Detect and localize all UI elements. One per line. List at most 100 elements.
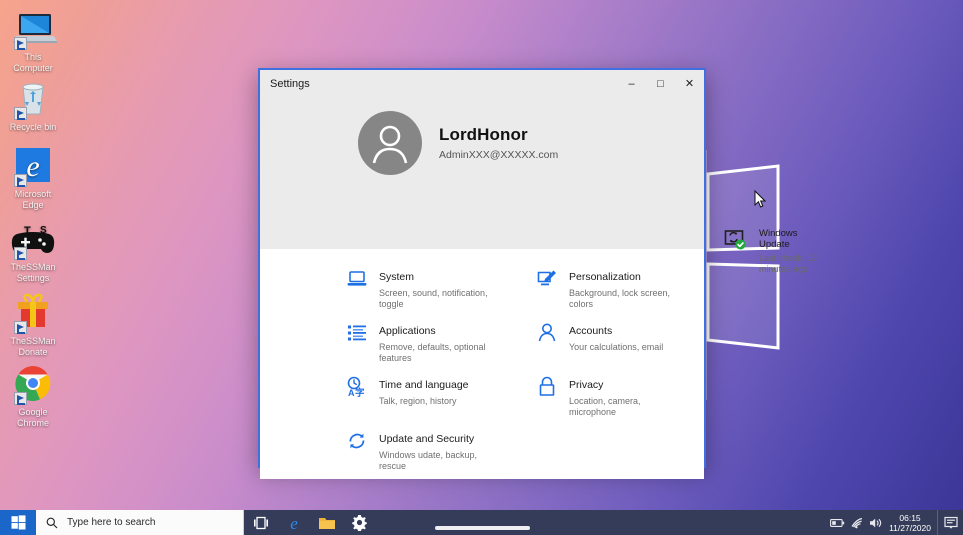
task-view-icon <box>253 516 269 530</box>
gamepad-icon: T S <box>0 218 66 260</box>
windows-update-icon <box>724 228 748 252</box>
desktop-icon-label: Recycle bin <box>10 122 57 132</box>
desktop-icon-microsoft-edge[interactable]: e Microsoft Edge <box>0 145 66 211</box>
svg-text:T: T <box>24 225 31 237</box>
settings-tile-text: Accounts Your calculations, email <box>569 321 663 353</box>
file-explorer-button[interactable] <box>310 510 343 535</box>
chrome-icon <box>0 363 66 405</box>
avatar <box>358 111 422 175</box>
settings-tile-desc: Location, camera, microphone <box>569 396 681 418</box>
search-input[interactable]: Type here to search <box>36 510 244 535</box>
windows-update-text: Windows Update Last check: 12 minutes ag… <box>759 228 825 275</box>
monitor-pen-icon <box>536 268 558 290</box>
window-titlebar[interactable]: Settings – □ ✕ <box>260 70 704 97</box>
window-title: Settings <box>260 78 617 90</box>
touch-gesture-bar <box>435 526 530 530</box>
account-row[interactable]: LordHonor AdminXXX@XXXXX.com <box>260 97 704 175</box>
shortcut-arrow-icon <box>14 107 27 120</box>
person-avatar-icon <box>358 111 422 175</box>
system-tray: 06:15 11/27/2020 <box>828 510 963 535</box>
lock-icon <box>536 376 558 398</box>
search-placeholder: Type here to search <box>67 517 155 528</box>
settings-tile-label: Update and Security <box>379 433 474 445</box>
clock-language-icon: A 字 <box>346 376 368 398</box>
edge-icon: e <box>0 145 66 187</box>
task-view-button[interactable] <box>244 510 277 535</box>
svg-text:字: 字 <box>355 387 365 398</box>
account-email: AdminXXX@XXXXX.com <box>439 149 558 161</box>
search-icon <box>46 517 58 529</box>
maximize-button[interactable]: □ <box>646 70 675 97</box>
settings-tile-text: Personalization Background, lock screen,… <box>569 267 681 310</box>
settings-tile-text: Time and language Talk, region, history <box>379 375 469 407</box>
settings-tile-text: Privacy Location, camera, microphone <box>569 375 681 418</box>
clock[interactable]: 06:15 11/27/2020 <box>885 513 937 533</box>
gift-icon <box>0 292 66 334</box>
windows-update-row[interactable]: Windows Update Last check: 12 minutes ag… <box>724 228 825 275</box>
notification-center-button[interactable] <box>937 510 963 535</box>
taskbar: Type here to search e <box>0 510 963 535</box>
settings-tile-desc: Screen, sound, notification, toggle <box>379 288 491 310</box>
minimize-button[interactable]: – <box>617 70 646 97</box>
svg-text:S: S <box>40 225 47 236</box>
person-icon <box>536 322 558 344</box>
shortcut-arrow-icon <box>14 247 27 260</box>
speaker-icon[interactable] <box>866 510 885 535</box>
start-button[interactable] <box>0 510 36 535</box>
battery-icon[interactable] <box>828 510 847 535</box>
desktop-icon-thessman-settings[interactable]: T S TheSSMan Settings <box>0 218 66 284</box>
desktop-icon-label: TheSSMan Donate <box>10 336 55 357</box>
account-text: LordHonor AdminXXX@XXXXX.com <box>439 125 558 161</box>
windows-start-icon <box>11 515 26 530</box>
settings-tile-time-and-language[interactable]: A 字 Time and language Talk, region, hist… <box>346 371 510 425</box>
desktop-icon-label: This Computer <box>13 52 53 73</box>
settings-tiles: System Screen, sound, notification, togg… <box>260 249 704 479</box>
shortcut-arrow-icon <box>14 321 27 334</box>
clock-date: 11/27/2020 <box>889 523 931 533</box>
svg-text:e: e <box>26 150 39 183</box>
desktop-icon-this-computer[interactable]: This Computer <box>0 8 66 74</box>
laptop-icon <box>346 268 368 290</box>
folder-icon <box>318 515 336 531</box>
wallpaper-windows-logo <box>690 150 963 400</box>
desktop-icon-label: Microsoft Edge <box>15 189 52 210</box>
settings-window: Settings – □ ✕ LordHonor AdminXXX@XXXXX.… <box>258 68 706 468</box>
close-button[interactable]: ✕ <box>675 70 704 97</box>
edge-icon: e <box>285 514 303 532</box>
list-icon <box>346 322 368 344</box>
notification-icon <box>944 516 958 529</box>
desktop-icon-label: Google Chrome <box>17 407 49 428</box>
settings-tile-label: Privacy <box>569 379 603 391</box>
settings-tile-desc: Your calculations, email <box>569 342 663 353</box>
windows-update-title: Windows Update <box>759 228 825 250</box>
settings-tile-applications[interactable]: Applications Remove, defaults, optional … <box>346 317 510 371</box>
svg-text:A: A <box>348 388 355 398</box>
desktop-icon-thessman-donate[interactable]: TheSSMan Donate <box>0 292 66 358</box>
gear-icon <box>351 514 368 531</box>
desktop-icon-recycle-bin[interactable]: Recycle bin <box>0 78 66 133</box>
recycle-bin-icon <box>0 78 66 120</box>
settings-tile-update-and-security[interactable]: Update and Security Windows udate, backu… <box>346 425 510 479</box>
account-panel: LordHonor AdminXXX@XXXXX.com <box>260 97 704 249</box>
settings-tile-privacy[interactable]: Privacy Location, camera, microphone <box>536 371 700 425</box>
shortcut-arrow-icon <box>14 174 27 187</box>
settings-tile-label: System <box>379 271 414 283</box>
settings-tile-system[interactable]: System Screen, sound, notification, togg… <box>346 263 510 317</box>
shortcut-arrow-icon <box>14 392 27 405</box>
mouse-cursor <box>754 190 766 209</box>
settings-tile-desc: Windows udate, backup, rescue <box>379 450 491 472</box>
settings-tile-label: Applications <box>379 325 436 337</box>
account-name: LordHonor <box>439 125 558 145</box>
desktop-icon-google-chrome[interactable]: Google Chrome <box>0 363 66 429</box>
settings-taskbar-button[interactable] <box>343 510 376 535</box>
svg-text:e: e <box>290 514 298 532</box>
settings-tile-personalization[interactable]: Personalization Background, lock screen,… <box>536 263 700 317</box>
settings-tile-accounts[interactable]: Accounts Your calculations, email <box>536 317 700 371</box>
settings-tile-desc: Remove, defaults, optional features <box>379 342 491 364</box>
edge-taskbar-button[interactable]: e <box>277 510 310 535</box>
wifi-icon[interactable] <box>847 510 866 535</box>
desktop-icon-label: TheSSMan Settings <box>10 262 55 283</box>
settings-tile-text: Update and Security Windows udate, backu… <box>379 429 491 472</box>
refresh-icon <box>346 430 368 452</box>
monitor-icon <box>0 8 66 50</box>
